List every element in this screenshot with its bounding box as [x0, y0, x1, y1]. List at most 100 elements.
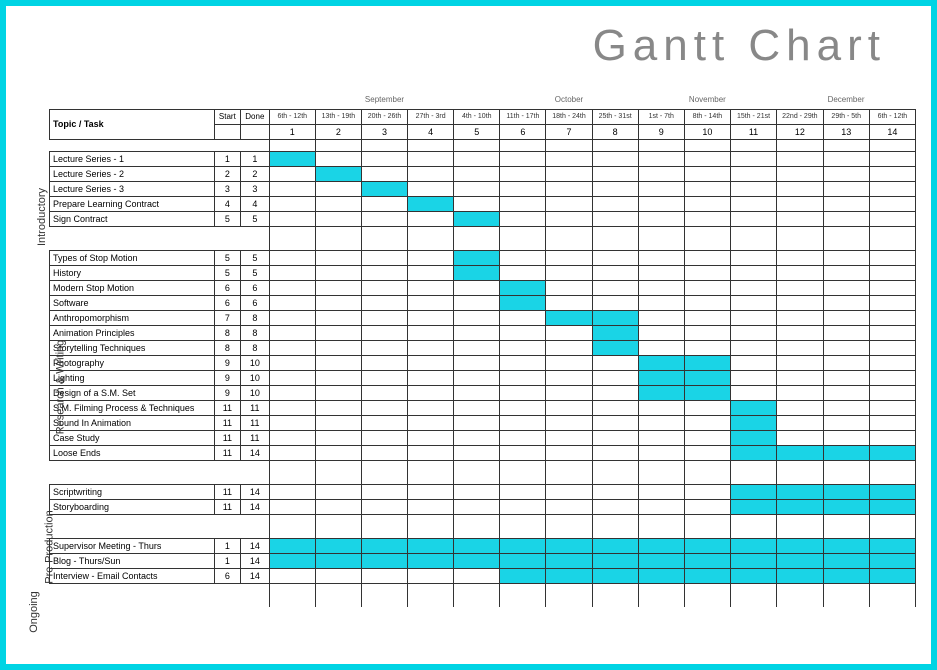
gantt-cell	[823, 181, 869, 196]
week-num-header: 12	[777, 124, 824, 139]
gantt-cell	[454, 484, 500, 499]
task-row: Storytelling Techniques88	[50, 340, 916, 355]
week-range-header: 6th - 12th	[869, 109, 915, 124]
gantt-cell	[684, 181, 730, 196]
gantt-cell	[823, 484, 869, 499]
gantt-cell	[869, 355, 915, 370]
gantt-cell	[823, 400, 869, 415]
gantt-cell	[269, 295, 315, 310]
gantt-cell	[546, 370, 592, 385]
task-start-cell: 4	[214, 196, 240, 211]
task-start-cell: 1	[214, 538, 240, 553]
gantt-cell	[730, 400, 776, 415]
gantt-grid: SeptemberOctoberNovemberDecemberTopic / …	[49, 91, 916, 607]
gantt-cell	[684, 355, 730, 370]
done-header: Done	[241, 109, 270, 124]
gantt-cell	[684, 250, 730, 265]
gantt-cell	[592, 181, 638, 196]
task-done-cell: 2	[241, 166, 270, 181]
gantt-cell	[777, 355, 824, 370]
task-done-cell: 14	[241, 445, 270, 460]
gantt-cell	[592, 538, 638, 553]
gantt-cell	[823, 166, 869, 181]
month-header: September	[269, 91, 500, 109]
gantt-cell	[777, 430, 824, 445]
task-name-cell: Design of a S.M. Set	[50, 385, 215, 400]
gantt-cell	[730, 196, 776, 211]
gantt-cell	[684, 484, 730, 499]
gantt-cell	[315, 265, 361, 280]
task-done-cell: 10	[241, 385, 270, 400]
gantt-cell	[500, 385, 546, 400]
gantt-cell	[638, 484, 684, 499]
gantt-cell	[777, 151, 824, 166]
gantt-cell	[638, 499, 684, 514]
gantt-cell	[408, 553, 454, 568]
week-num-header: 8	[592, 124, 638, 139]
gantt-cell	[777, 400, 824, 415]
task-name-cell: Sound In Animation	[50, 415, 215, 430]
task-start-cell: 6	[214, 280, 240, 295]
week-range-header: 4th - 10th	[454, 109, 500, 124]
gantt-cell	[869, 430, 915, 445]
gantt-cell	[546, 295, 592, 310]
task-name-cell: Types of Stop Motion	[50, 250, 215, 265]
week-range-header: 15th - 21st	[730, 109, 776, 124]
task-start-cell: 2	[214, 166, 240, 181]
gantt-cell	[269, 310, 315, 325]
gantt-cell	[454, 166, 500, 181]
gantt-table: SeptemberOctoberNovemberDecemberTopic / …	[49, 91, 916, 607]
gantt-cell	[684, 553, 730, 568]
gantt-cell	[546, 430, 592, 445]
gantt-cell	[546, 211, 592, 226]
task-name-cell: Blog - Thurs/Sun	[50, 553, 215, 568]
gantt-cell	[823, 538, 869, 553]
gantt-cell	[869, 538, 915, 553]
gantt-cell	[269, 151, 315, 166]
gantt-cell	[269, 166, 315, 181]
gantt-cell	[638, 355, 684, 370]
gantt-cell	[592, 151, 638, 166]
task-done-cell: 10	[241, 370, 270, 385]
task-row: Lecture Series - 333	[50, 181, 916, 196]
gantt-cell	[361, 181, 407, 196]
gantt-cell	[315, 325, 361, 340]
gantt-cell	[592, 445, 638, 460]
week-range-header: 6th - 12th	[269, 109, 315, 124]
gantt-cell	[869, 196, 915, 211]
gantt-cell	[777, 280, 824, 295]
month-header: December	[777, 91, 916, 109]
task-done-cell: 5	[241, 265, 270, 280]
gantt-cell	[684, 280, 730, 295]
gantt-cell	[315, 538, 361, 553]
gantt-cell	[730, 445, 776, 460]
gantt-cell	[869, 295, 915, 310]
task-row: Types of Stop Motion55	[50, 250, 916, 265]
gantt-cell	[869, 211, 915, 226]
gantt-cell	[408, 151, 454, 166]
task-done-cell: 8	[241, 325, 270, 340]
gantt-cell	[269, 196, 315, 211]
gantt-cell	[500, 553, 546, 568]
gantt-cell	[684, 499, 730, 514]
gantt-cell	[361, 280, 407, 295]
gantt-cell	[638, 415, 684, 430]
gantt-cell	[638, 310, 684, 325]
gantt-cell	[546, 400, 592, 415]
gantt-cell	[361, 340, 407, 355]
week-num-header: 9	[638, 124, 684, 139]
gantt-cell	[269, 538, 315, 553]
gantt-cell	[592, 280, 638, 295]
task-name-cell: Lecture Series - 1	[50, 151, 215, 166]
gantt-cell	[777, 553, 824, 568]
gantt-cell	[408, 211, 454, 226]
task-start-cell: 11	[214, 400, 240, 415]
gantt-cell	[869, 340, 915, 355]
gantt-cell	[269, 484, 315, 499]
gantt-cell	[730, 310, 776, 325]
gantt-cell	[361, 553, 407, 568]
gantt-cell	[454, 280, 500, 295]
task-start-cell: 1	[214, 553, 240, 568]
task-row: Supervisor Meeting - Thurs114	[50, 538, 916, 553]
gantt-cell	[454, 325, 500, 340]
